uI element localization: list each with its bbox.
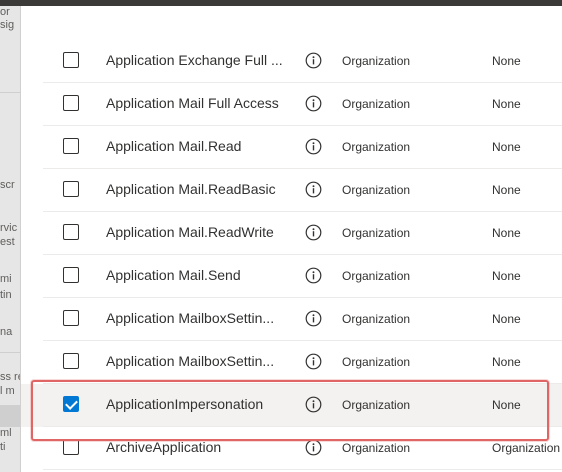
consent-status: None: [492, 97, 521, 111]
admin-consent-type: Organization: [342, 140, 411, 154]
row-divider: [43, 469, 562, 470]
background-band: [0, 405, 20, 427]
info-icon[interactable]: [305, 267, 322, 284]
permission-name: Application MailboxSettin...: [106, 353, 275, 369]
permission-row[interactable]: Application Mail.ReadBasic Organization No…: [21, 169, 562, 212]
consent-status: Organization: [492, 441, 561, 455]
background-text: mi: [0, 273, 12, 285]
info-icon[interactable]: [305, 439, 322, 456]
admin-consent-type: Organization: [342, 226, 411, 240]
admin-consent-type: Organization: [342, 441, 411, 455]
background-page: or sig scr rvic est mi tin na ss re l m …: [0, 6, 20, 472]
permission-checkbox[interactable]: [63, 267, 79, 283]
permission-checkbox[interactable]: [63, 353, 79, 369]
consent-status: None: [492, 312, 521, 326]
permission-checkbox[interactable]: [63, 310, 79, 326]
admin-consent-type: Organization: [342, 312, 411, 326]
background-text: est: [0, 236, 15, 248]
selection-highlight-box: [31, 380, 549, 441]
permission-checkbox[interactable]: [63, 181, 79, 197]
info-icon[interactable]: [305, 52, 322, 69]
background-divider: [0, 352, 20, 353]
permission-name: Application Exchange Full ...: [106, 52, 283, 68]
admin-consent-type: Organization: [342, 97, 411, 111]
consent-status: None: [492, 269, 521, 283]
admin-consent-type: Organization: [342, 54, 411, 68]
background-text: scr: [0, 179, 15, 191]
permission-checkbox[interactable]: [63, 52, 79, 68]
consent-status: None: [492, 54, 521, 68]
permission-row[interactable]: Application Mail.ReadWrite Organization No…: [21, 212, 562, 255]
background-text: na: [0, 326, 13, 338]
permission-checkbox[interactable]: [63, 95, 79, 111]
permission-name: Application Mail.ReadBasic: [106, 181, 276, 197]
permission-name: Application Mail Full Access: [106, 95, 279, 111]
admin-consent-type: Organization: [342, 269, 411, 283]
info-icon[interactable]: [305, 95, 322, 112]
background-divider: [0, 92, 20, 93]
permission-row[interactable]: Application MailboxSettin... Organization…: [21, 341, 562, 384]
permission-row[interactable]: Application Mail Full Access Organization…: [21, 83, 562, 126]
consent-status: None: [492, 355, 521, 369]
background-text: rvic: [0, 222, 18, 234]
admin-consent-type: Organization: [342, 183, 411, 197]
panel-header: [21, 6, 562, 34]
info-icon[interactable]: [305, 224, 322, 241]
background-text: or: [0, 6, 10, 18]
permission-name: Application Mail.Send: [106, 267, 241, 283]
info-icon[interactable]: [305, 181, 322, 198]
background-text: ml: [0, 427, 12, 439]
permission-row[interactable]: Application Exchange Full ... Organizatio…: [21, 40, 562, 83]
background-text: ti: [0, 441, 6, 453]
info-icon[interactable]: [305, 353, 322, 370]
permission-name: Application Mail.Read: [106, 138, 242, 154]
background-text: ss re: [0, 371, 20, 383]
permission-row[interactable]: Application MailboxSettin... Organization…: [21, 298, 562, 341]
permission-checkbox[interactable]: [63, 439, 79, 455]
consent-status: None: [492, 140, 521, 154]
background-text: l m: [0, 385, 15, 397]
admin-consent-type: Organization: [342, 355, 411, 369]
permission-checkbox[interactable]: [63, 224, 79, 240]
info-icon[interactable]: [305, 138, 322, 155]
background-text: tin: [0, 289, 12, 301]
permission-name: Application Mail.ReadWrite: [106, 224, 274, 240]
consent-status: None: [492, 226, 521, 240]
background-text: sig: [0, 19, 15, 31]
permission-row[interactable]: Application Mail.Send Organization None: [21, 255, 562, 298]
permission-row[interactable]: Application Mail.Read Organization None: [21, 126, 562, 169]
permission-checkbox[interactable]: [63, 138, 79, 154]
info-icon[interactable]: [305, 310, 322, 327]
permission-name: Application MailboxSettin...: [106, 310, 275, 326]
consent-status: None: [492, 183, 521, 197]
